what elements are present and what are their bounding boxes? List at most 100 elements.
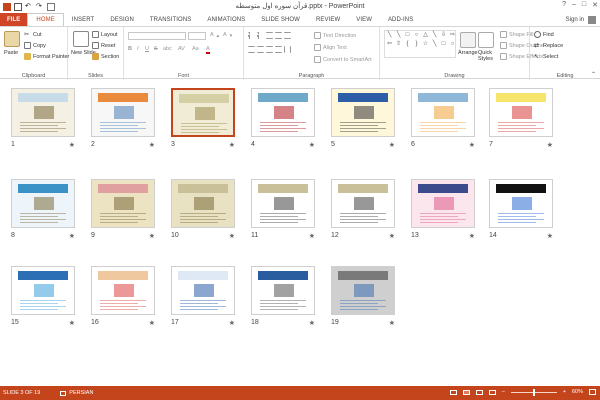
- zoom-out-button[interactable]: –: [502, 389, 505, 395]
- shape-fill-button[interactable]: Shape Fill: [500, 31, 533, 38]
- slide-thumbnail[interactable]: 1 ★: [11, 88, 75, 150]
- star-shape-icon[interactable]: ☆: [421, 40, 430, 49]
- slide-thumbnail[interactable]: 10 ★: [171, 179, 235, 241]
- tab-view[interactable]: VIEW: [348, 13, 380, 26]
- slide-preview[interactable]: [251, 179, 315, 228]
- sign-in-label[interactable]: Sign in: [566, 17, 584, 23]
- slide-preview[interactable]: [331, 179, 395, 228]
- slide-preview[interactable]: [411, 179, 475, 228]
- triangle-shape-icon[interactable]: △: [421, 31, 430, 40]
- change-case-button[interactable]: Aa: [192, 46, 199, 52]
- slide-thumbnail[interactable]: 12 ★: [331, 179, 395, 241]
- close-button[interactable]: ✕: [592, 1, 598, 9]
- slide-preview[interactable]: [331, 88, 395, 137]
- slide-preview[interactable]: [489, 88, 553, 137]
- transition-star-icon[interactable]: ★: [69, 141, 75, 149]
- paste-button[interactable]: Paste: [4, 50, 18, 56]
- maximize-button[interactable]: □: [582, 1, 586, 9]
- bullets-button[interactable]: [248, 32, 291, 39]
- quick-styles-button[interactable]: Quick Styles: [478, 50, 498, 62]
- slide-preview[interactable]: [11, 88, 75, 137]
- slide-thumbnail[interactable]: 17 ★: [171, 266, 235, 328]
- cut-button[interactable]: ✂ Cut: [24, 31, 42, 39]
- font-size-box[interactable]: [188, 32, 206, 40]
- italic-button[interactable]: I: [137, 46, 139, 52]
- transition-star-icon[interactable]: ★: [229, 141, 235, 149]
- slide-thumbnail[interactable]: 15 ★: [11, 266, 75, 328]
- transition-star-icon[interactable]: ★: [229, 232, 235, 240]
- zoom-in-button[interactable]: +: [563, 389, 566, 395]
- zoom-level[interactable]: 60%: [572, 389, 583, 395]
- slide-thumbnail[interactable]: 11 ★: [251, 179, 315, 241]
- slide-preview[interactable]: [171, 179, 235, 228]
- slide-preview[interactable]: [489, 179, 553, 228]
- slide-thumbnail[interactable]: 4 ★: [251, 88, 315, 150]
- arrow-shape-icon[interactable]: ⇦: [385, 40, 394, 49]
- oval-shape-icon[interactable]: ○: [412, 31, 421, 40]
- transition-star-icon[interactable]: ★: [469, 232, 475, 240]
- line-shape-icon[interactable]: ╲: [394, 31, 403, 40]
- alignment-buttons[interactable]: [248, 46, 291, 53]
- line-shape-icon[interactable]: ╲: [430, 40, 439, 49]
- arrow-shape-icon[interactable]: ⇨: [448, 31, 457, 40]
- minimize-button[interactable]: –: [572, 1, 576, 9]
- arrange-icon[interactable]: [460, 32, 476, 48]
- paste-icon[interactable]: [4, 31, 20, 47]
- transition-star-icon[interactable]: ★: [389, 232, 395, 240]
- transition-star-icon[interactable]: ★: [149, 319, 155, 327]
- slide-thumbnail[interactable]: 3 ★: [171, 88, 235, 150]
- strikethrough-button[interactable]: S: [154, 46, 158, 52]
- slide-thumbnail[interactable]: 2 ★: [91, 88, 155, 150]
- section-button[interactable]: Section: [92, 53, 119, 60]
- slideshow-view-icon[interactable]: [488, 389, 496, 395]
- transition-star-icon[interactable]: ★: [69, 232, 75, 240]
- tab-home[interactable]: HOME: [27, 13, 64, 26]
- slide-thumbnail[interactable]: 19 ★: [331, 266, 395, 328]
- transition-star-icon[interactable]: ★: [229, 319, 235, 327]
- slide-thumbnail[interactable]: 13 ★: [411, 179, 475, 241]
- tab-animations[interactable]: ANIMATIONS: [199, 13, 253, 26]
- transition-star-icon[interactable]: ★: [149, 141, 155, 149]
- tab-design[interactable]: DESIGN: [102, 13, 142, 26]
- line-shape-icon[interactable]: ╲: [430, 31, 439, 40]
- rectangle-shape-icon[interactable]: □: [403, 31, 412, 40]
- format-painter-button[interactable]: Format Painter: [24, 53, 69, 60]
- slide-thumbnail[interactable]: 16 ★: [91, 266, 155, 328]
- zoom-slider[interactable]: [510, 388, 557, 396]
- oval-shape-icon[interactable]: ○: [448, 40, 457, 49]
- copy-button[interactable]: Copy: [24, 42, 46, 49]
- arrow-shape-icon[interactable]: ⇩: [439, 31, 448, 40]
- slide-thumbnail[interactable]: 18 ★: [251, 266, 315, 328]
- align-text-button[interactable]: Align Text: [314, 44, 347, 51]
- normal-view-icon[interactable]: [449, 389, 457, 395]
- slide-preview[interactable]: [331, 266, 395, 315]
- transition-star-icon[interactable]: ★: [547, 141, 553, 149]
- tab-slide-show[interactable]: SLIDE SHOW: [253, 13, 308, 26]
- zoom-slider-thumb[interactable]: [532, 388, 535, 396]
- convert-smartart-button[interactable]: Convert to SmartArt: [314, 56, 372, 63]
- font-color-button[interactable]: A: [206, 46, 210, 54]
- transition-star-icon[interactable]: ★: [69, 319, 75, 327]
- tab-add-ins[interactable]: ADD-INS: [380, 13, 421, 26]
- grow-font-button[interactable]: A ▲: [210, 32, 220, 38]
- slide-preview[interactable]: [91, 266, 155, 315]
- find-button[interactable]: Find: [534, 31, 554, 38]
- transition-star-icon[interactable]: ★: [389, 141, 395, 149]
- slide-preview[interactable]: [91, 88, 155, 137]
- slide-preview[interactable]: [411, 88, 475, 137]
- select-button[interactable]: ↖ Select: [534, 53, 558, 61]
- rectangle-shape-icon[interactable]: □: [439, 40, 448, 49]
- slide-preview[interactable]: [11, 266, 75, 315]
- slide-thumbnail[interactable]: 6 ★: [411, 88, 475, 150]
- avatar[interactable]: [588, 16, 596, 24]
- transition-star-icon[interactable]: ★: [309, 319, 315, 327]
- brace-shape-icon[interactable]: }: [412, 40, 421, 49]
- transition-star-icon[interactable]: ★: [309, 141, 315, 149]
- replace-button[interactable]: ⇄ Replace: [534, 42, 563, 50]
- language-indicator[interactable]: PERSIAN: [60, 390, 93, 396]
- slide-preview[interactable]: [171, 266, 235, 315]
- sign-in[interactable]: Sign in: [566, 16, 596, 24]
- transition-star-icon[interactable]: ★: [547, 232, 553, 240]
- underline-button[interactable]: U: [145, 46, 149, 52]
- slide-thumbnail[interactable]: 8 ★: [11, 179, 75, 241]
